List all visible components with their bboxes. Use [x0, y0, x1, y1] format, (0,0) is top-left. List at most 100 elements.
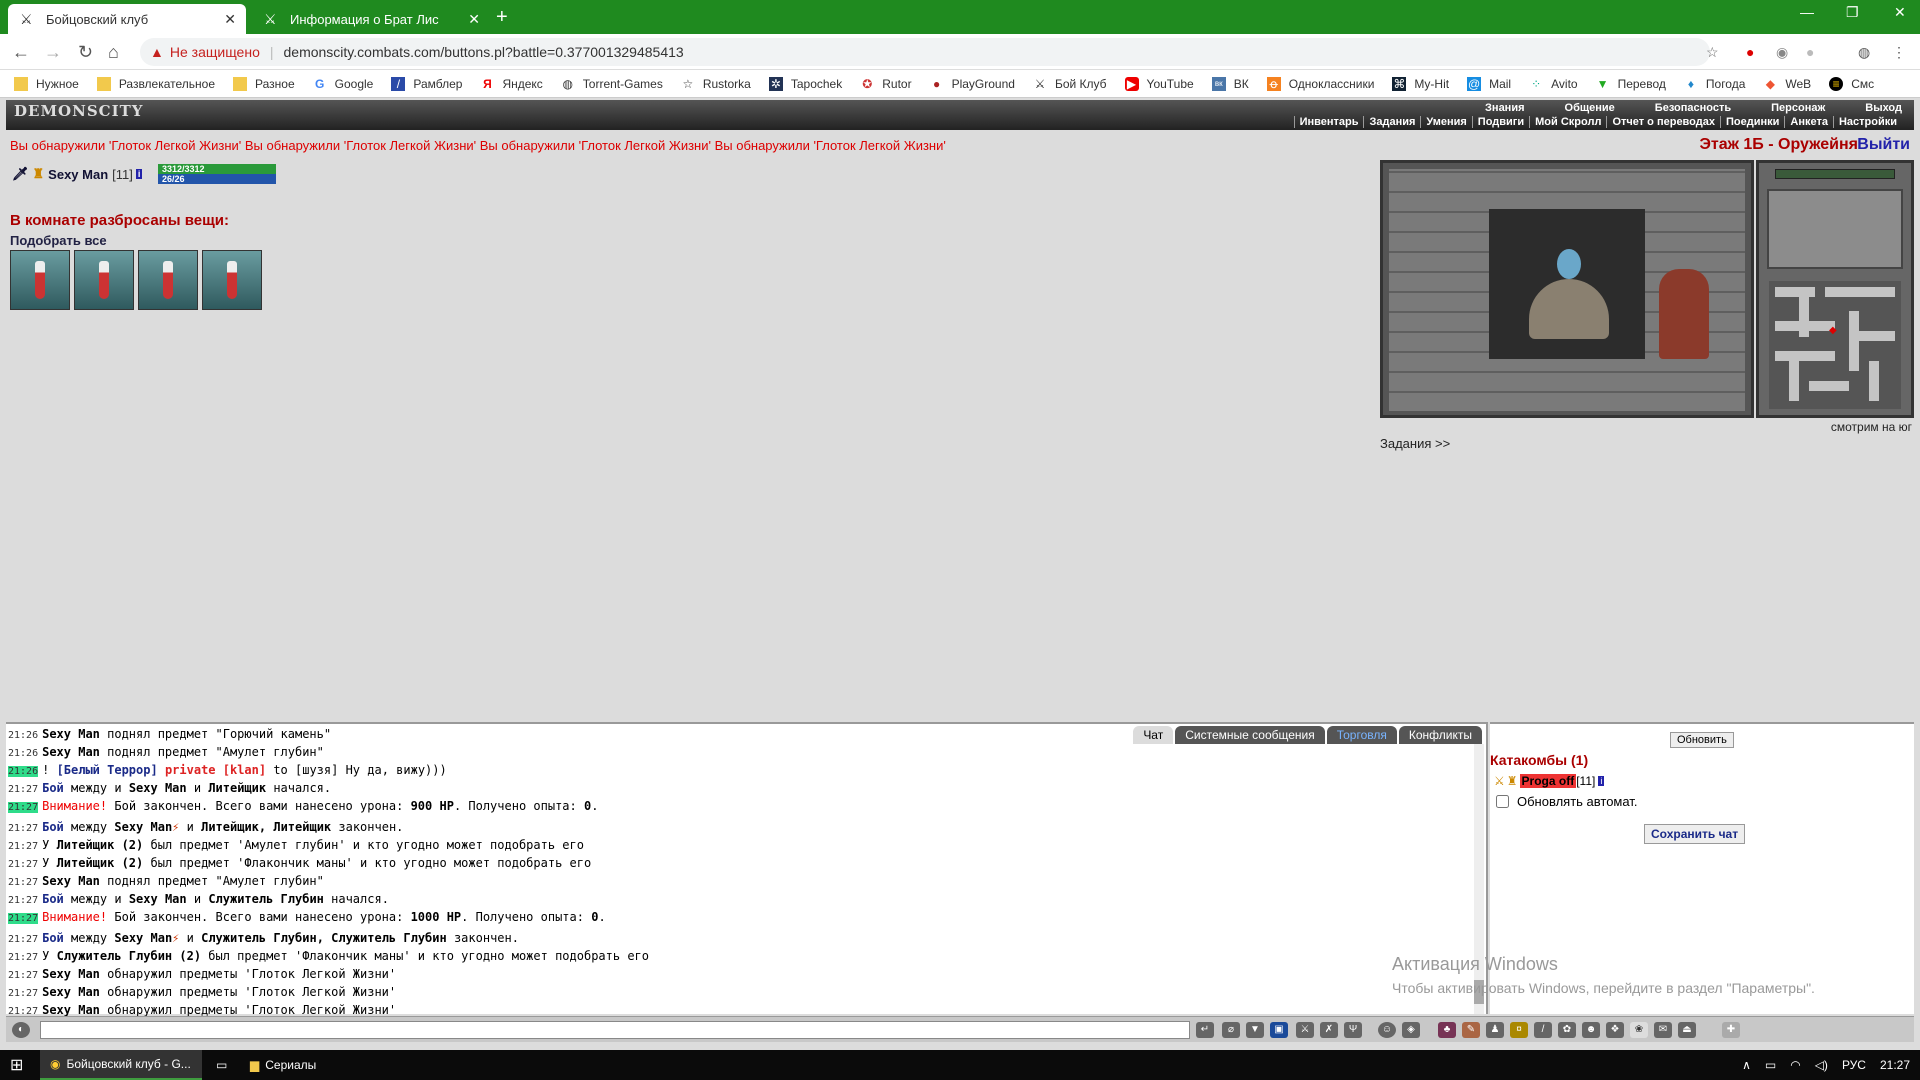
menu-profile[interactable]: Анкета: [1784, 116, 1833, 128]
bookmark[interactable]: ✪ Rutor: [860, 77, 911, 91]
chevron-up-icon[interactable]: ∧: [1742, 1058, 1751, 1072]
bookmark[interactable]: ꝋ Одноклассники: [1266, 76, 1374, 91]
clear-icon[interactable]: ⌀: [1222, 1022, 1240, 1038]
menu-icon[interactable]: ⋮: [1892, 44, 1906, 61]
shop-icon[interactable]: ♣: [1438, 1022, 1456, 1038]
profile-icon[interactable]: ◍: [1858, 44, 1870, 61]
menu-character[interactable]: Персонаж: [1771, 102, 1825, 114]
send-icon[interactable]: ↵: [1196, 1022, 1214, 1038]
map-icon[interactable]: ◈: [1402, 1022, 1420, 1038]
close-icon[interactable]: ✕: [224, 11, 236, 28]
bookmark[interactable]: ⁘ Avito: [1529, 77, 1578, 91]
opera-icon[interactable]: ●: [1746, 44, 1754, 60]
flower-icon[interactable]: ❀: [1630, 1022, 1648, 1038]
scroll-icon[interactable]: ✎: [1462, 1022, 1480, 1038]
tab-active[interactable]: ⚔ Бойцовский клуб ✕: [8, 4, 246, 34]
skills-icon[interactable]: ✗: [1320, 1022, 1338, 1038]
back-icon[interactable]: ←: [12, 42, 30, 63]
windows-start-icon[interactable]: ⊞: [0, 1050, 33, 1080]
bookmark[interactable]: / Рамблер: [391, 76, 462, 91]
tab-chat[interactable]: Чат: [1133, 726, 1174, 744]
filter-icon[interactable]: ▼: [1246, 1022, 1264, 1038]
exit-link[interactable]: Выйти: [1857, 136, 1910, 154]
player-name[interactable]: Sexy Man: [48, 167, 108, 182]
bag-icon[interactable]: ♟: [1486, 1022, 1504, 1038]
bookmark[interactable]: Я Яндекс: [480, 77, 543, 91]
compass-controls[interactable]: [1767, 189, 1903, 269]
pickup-all-link[interactable]: Подобрать все: [10, 233, 107, 248]
bookmark[interactable]: ☆ Rustorka: [681, 77, 750, 91]
npc-character[interactable]: [1659, 269, 1709, 359]
info-icon[interactable]: i: [1598, 776, 1605, 786]
bookmark[interactable]: ● PlayGround: [930, 77, 1015, 91]
close-icon[interactable]: ✕: [468, 11, 480, 28]
bookmark[interactable]: ≡ Смс: [1829, 76, 1874, 91]
bookmark[interactable]: Разное: [233, 76, 295, 91]
forward-icon[interactable]: →: [44, 42, 62, 63]
mask-icon[interactable]: ☻: [1582, 1022, 1600, 1038]
bookmark[interactable]: ✲ Tapochek: [768, 76, 842, 91]
bookmark[interactable]: G Google: [313, 77, 373, 91]
chat-log[interactable]: 21:26 Sexy Man поднял предмет "Горючий ка…: [8, 726, 649, 1038]
bookmark[interactable]: ◆ WeB: [1763, 77, 1811, 91]
bookmark[interactable]: @ Mail: [1467, 76, 1511, 91]
taskbar-item-chrome[interactable]: ◉ Бойцовский клуб - G...: [40, 1050, 202, 1080]
menu-skills[interactable]: Умения: [1420, 116, 1471, 128]
tab-inactive[interactable]: ⚔ Информация о Брат Лис ✕: [252, 4, 490, 34]
smiles-icon[interactable]: ☺: [1378, 1022, 1396, 1038]
network-icon[interactable]: ▭: [1765, 1058, 1776, 1072]
menu-security[interactable]: Безопасность: [1655, 102, 1731, 114]
menu-duels[interactable]: Поединки: [1719, 116, 1784, 128]
smile-settings-icon[interactable]: ◐: [12, 1022, 30, 1038]
bookmark[interactable]: ♦ Погода: [1684, 77, 1746, 91]
menu-scroll[interactable]: Мой Скролл: [1529, 116, 1606, 128]
potion-item[interactable]: [10, 250, 70, 310]
bookmark[interactable]: ◍ Torrent-Games: [561, 77, 663, 91]
save-icon[interactable]: ▣: [1270, 1022, 1288, 1038]
refresh-button[interactable]: Обновить: [1670, 732, 1734, 748]
potion-item[interactable]: [138, 250, 198, 310]
wifi-icon[interactable]: ◠: [1790, 1058, 1800, 1072]
clock[interactable]: 21:27: [1880, 1058, 1910, 1072]
potion-item[interactable]: [74, 250, 134, 310]
taskbar-item-folder[interactable]: ▆ Сериалы: [240, 1050, 326, 1080]
menu-tasks[interactable]: Задания: [1363, 116, 1420, 128]
volume-icon[interactable]: ◁): [1815, 1058, 1828, 1072]
bookmark[interactable]: Развлекательное: [96, 76, 215, 91]
bookmark[interactable]: ▼ Перевод: [1596, 77, 1666, 91]
minimize-icon[interactable]: —: [1800, 4, 1814, 20]
bookmark[interactable]: ▶ YouTube: [1124, 76, 1194, 91]
user-name[interactable]: Proga off: [1519, 774, 1577, 788]
menu-feats[interactable]: Подвиги: [1471, 116, 1529, 128]
address-bar[interactable]: ▲ Не защищено | demonscity.combats.com/b…: [140, 38, 1710, 66]
desktop-icon[interactable]: ▭: [206, 1050, 237, 1080]
save-chat-button[interactable]: Сохранить чат: [1644, 824, 1746, 844]
menu-inventory[interactable]: Инвентарь: [1293, 116, 1364, 128]
home-icon[interactable]: ⌂: [108, 42, 119, 63]
menu-transfers[interactable]: Отчет о переводах: [1606, 116, 1720, 128]
close-window-icon[interactable]: ✕: [1894, 4, 1906, 21]
dungeon-view[interactable]: [1380, 160, 1754, 418]
new-tab-icon[interactable]: +: [496, 6, 508, 29]
chat-bubble-icon[interactable]: ✉: [1654, 1022, 1672, 1038]
potion-item[interactable]: [202, 250, 262, 310]
extension-icon[interactable]: ◉: [1776, 44, 1788, 61]
reload-icon[interactable]: ↻: [78, 42, 93, 63]
puzzle-icon[interactable]: ✚: [1722, 1022, 1740, 1038]
language-indicator[interactable]: РУС: [1842, 1058, 1866, 1072]
menu-exit[interactable]: Выход: [1865, 102, 1902, 114]
magic-icon[interactable]: Ψ: [1344, 1022, 1362, 1038]
bookmark[interactable]: ⚔ Бой Клуб: [1033, 77, 1107, 91]
tab-trade[interactable]: Торговля: [1326, 726, 1397, 744]
auto-refresh-checkbox[interactable]: [1496, 795, 1509, 808]
tasks-link[interactable]: Задания >>: [1380, 436, 1450, 451]
sword-icon[interactable]: /: [1534, 1022, 1552, 1038]
bookmark[interactable]: вк ВК: [1211, 76, 1249, 91]
tab-system[interactable]: Системные сообщения: [1175, 726, 1325, 744]
bookmark[interactable]: Нужное: [14, 76, 79, 91]
menu-knowledge[interactable]: Знания: [1485, 102, 1524, 114]
menu-settings[interactable]: Настройки: [1832, 116, 1902, 128]
restore-icon[interactable]: ❐: [1846, 4, 1859, 21]
chat-input[interactable]: [40, 1021, 1190, 1039]
info-icon[interactable]: i: [135, 169, 143, 179]
